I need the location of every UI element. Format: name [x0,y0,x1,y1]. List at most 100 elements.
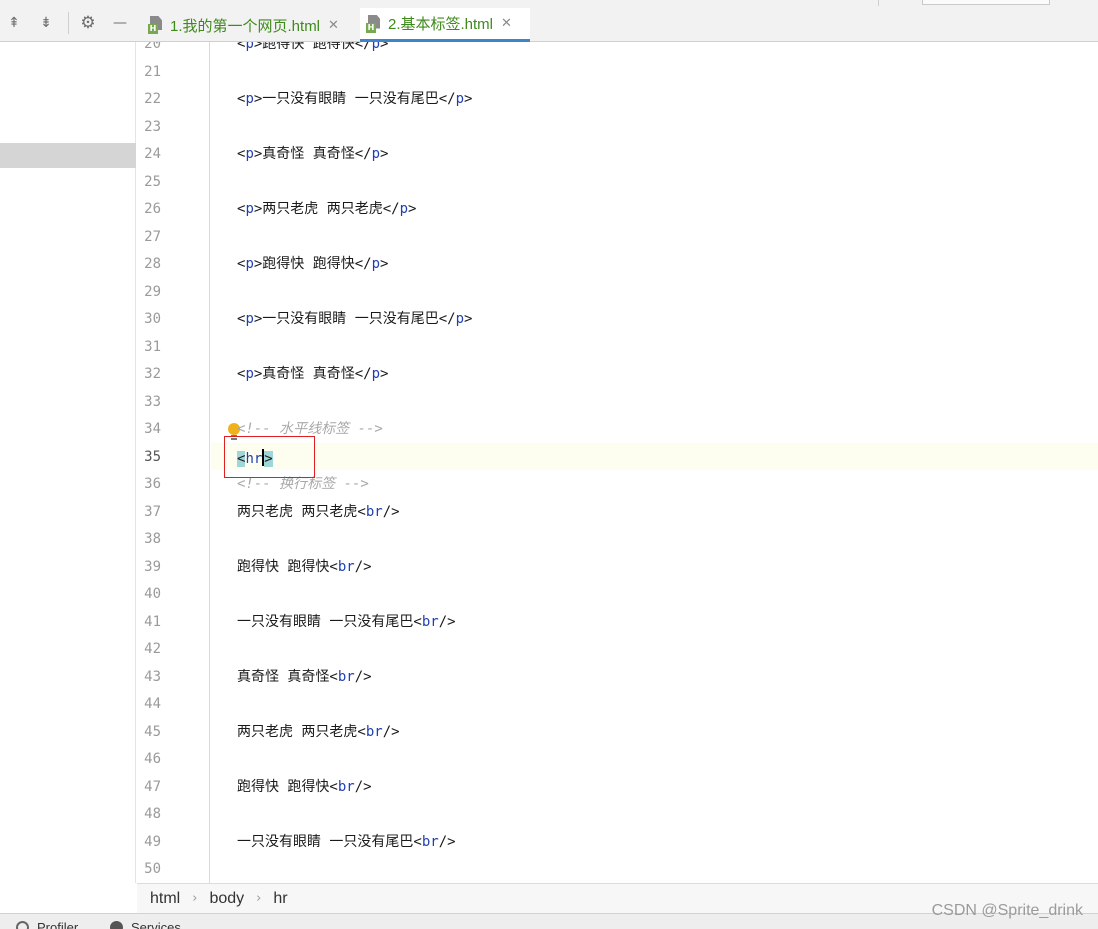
tag-name: br [365,503,383,520]
tab-file-1[interactable]: H 1.我的第一个网页.html ✕ [142,8,354,42]
code-line[interactable]: <p>跑得快 跑得快</p> [237,256,388,272]
collapse-all-icon[interactable]: ⇟ [37,14,55,32]
line-number: 30 [144,311,161,327]
tab-file-2[interactable]: H 2.基本标签.html ✕ [360,8,530,42]
line-number: 43 [144,668,161,685]
code-line[interactable]: <p>一只没有眼睛 一只没有尾巴</p> [237,311,472,327]
editor-tab-bar: ⇞ ⇟ ⚙ — H 1.我的第一个网页.html ✕ H 2.基本标签.html… [0,0,1098,42]
code-text: >一只没有眼睛 一只没有尾巴</ [253,91,456,107]
code-text: >两只老虎 两只老虎</ [253,201,400,217]
tag-name: p [245,201,254,217]
code-text: /> [382,723,400,740]
code-text: > [464,311,473,327]
tag-name: p [399,201,409,217]
line-number: 27 [144,228,161,245]
profiler-label: Profiler [37,920,79,929]
line-number: 46 [144,751,161,767]
tag-name: p [245,42,254,52]
line-number: 37 [144,503,161,520]
tag-name: br [365,723,383,740]
tag-name: p [245,366,254,382]
code-line[interactable]: <!-- 水平线标签 --> [237,421,383,437]
gear-icon[interactable]: ⚙ [79,14,97,32]
line-number: 33 [144,393,161,410]
line-number: 40 [144,586,161,602]
code-comment: <!-- 换行标签 --> [237,476,369,492]
code-line[interactable]: <p>一只没有眼睛 一只没有尾巴</p> [237,91,472,107]
code-text: 真奇怪 真奇怪< [237,668,338,685]
code-text: >跑得快 跑得快</ [253,42,372,52]
code-line[interactable]: 跑得快 跑得快<br/> [237,559,372,575]
code-line[interactable]: <p>真奇怪 真奇怪</p> [237,366,388,382]
code-line[interactable]: 真奇怪 真奇怪<br/> [237,669,372,685]
code-text: > [380,366,389,382]
selected-tree-item[interactable] [0,143,136,168]
expand-all-icon[interactable]: ⇞ [5,14,23,32]
code-text: > [408,201,417,217]
code-line[interactable]: <p>跑得快 跑得快</p> [237,42,388,52]
code-editor[interactable]: <p>跑得快 跑得快</p> <p>一只没有眼睛 一只没有尾巴</p> <p>真奇怪… [211,42,1098,883]
code-line[interactable]: 两只老虎 两只老虎<br/> [237,724,400,740]
services-icon [110,921,123,929]
line-number: 47 [144,778,161,795]
code-text: > [464,91,473,107]
minimize-icon[interactable]: — [111,14,129,32]
breadcrumb-item-body[interactable]: body [209,890,244,908]
code-text: >跑得快 跑得快</ [253,256,372,272]
line-number: 38 [144,531,161,547]
watermark: CSDN @Sprite_drink [931,902,1083,919]
close-icon[interactable]: ✕ [328,18,339,33]
tag-name: p [371,366,381,382]
line-number-gutter: 20 21 22 23 24 25 26 27 28 29 30 31 32 33 34 35 36 37 38 39… [137,42,210,883]
code-text: > [380,146,389,162]
code-line[interactable]: <!-- 换行标签 --> [237,476,369,492]
tag-name: p [245,256,254,272]
tag-name: br [337,778,355,795]
line-number: 48 [144,806,161,822]
line-number: 44 [144,696,161,712]
line-number: 45 [144,723,161,740]
line-number: 24 [144,146,161,162]
profiler-icon [16,921,29,929]
line-number: 36 [144,476,161,492]
code-line[interactable]: 一只没有眼睛 一只没有尾巴<br/> [237,834,456,850]
html-file-icon: H [148,16,164,34]
tag-name: p [245,91,254,107]
breadcrumb-item-hr[interactable]: hr [273,890,287,908]
code-comment: <!-- 水平线标签 --> [237,421,383,437]
code-line[interactable]: 两只老虎 两只老虎<br/> [237,504,400,520]
code-line[interactable]: 跑得快 跑得快<br/> [237,779,372,795]
search-field[interactable] [922,0,1050,5]
tab-label: 1.我的第一个网页.html [170,17,321,35]
code-line[interactable]: <p>真奇怪 真奇怪</p> [237,146,388,162]
html-file-icon: H [366,14,382,33]
toolbar-divider [68,12,69,34]
code-text: >一只没有眼睛 一只没有尾巴</ [253,311,456,327]
code-text: >真奇怪 真奇怪</ [253,146,372,162]
tag-name: p [455,311,465,327]
line-number: 31 [144,338,161,355]
tag-name: p [371,146,381,162]
breadcrumb-separator: › [256,891,262,906]
current-line-highlight [211,443,1098,470]
project-panel [0,42,136,883]
code-line[interactable]: <p>两只老虎 两只老虎</p> [237,201,416,217]
code-text: >真奇怪 真奇怪</ [253,366,372,382]
line-number: 50 [144,861,161,877]
services-button[interactable]: Services [110,920,181,929]
tag-name: br [421,613,439,630]
tag-name: p [371,256,381,272]
tag-name: p [245,311,254,327]
code-text: 跑得快 跑得快< [237,558,338,575]
breadcrumb-item-html[interactable]: html [150,890,180,908]
code-text: > [380,42,389,52]
services-label: Services [131,920,181,929]
code-text: /> [354,558,372,575]
close-icon[interactable]: ✕ [501,16,512,31]
line-number: 23 [144,118,161,135]
code-text: /> [354,778,372,795]
profiler-button[interactable]: Profiler [16,920,78,929]
code-line[interactable]: 一只没有眼睛 一只没有尾巴<br/> [237,614,456,630]
code-text: 两只老虎 两只老虎< [237,723,366,740]
tag-name: p [455,91,465,107]
